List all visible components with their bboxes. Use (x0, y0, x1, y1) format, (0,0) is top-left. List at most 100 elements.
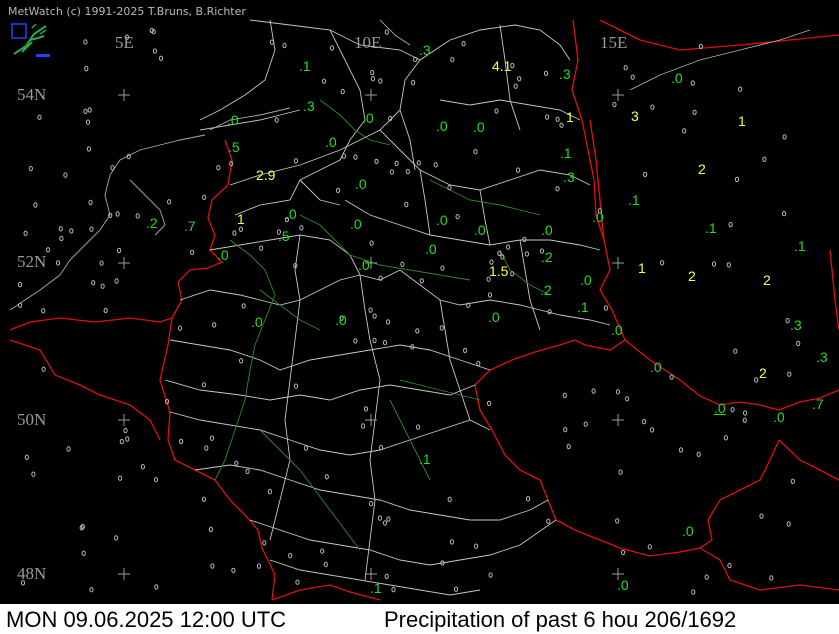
station-marker[interactable] (618, 469, 623, 475)
station-marker[interactable] (386, 516, 391, 522)
precip-value[interactable]: .0 (474, 222, 486, 238)
station-marker[interactable] (419, 278, 424, 284)
station-marker[interactable] (785, 318, 790, 324)
station-marker[interactable] (69, 228, 74, 234)
station-marker[interactable] (494, 108, 499, 114)
station-marker[interactable] (692, 109, 697, 116)
station-marker[interactable] (31, 471, 36, 477)
station-marker[interactable] (384, 29, 389, 35)
station-marker[interactable] (769, 575, 774, 581)
station-marker[interactable] (209, 435, 215, 441)
station-marker[interactable] (212, 322, 217, 328)
station-marker[interactable] (473, 149, 478, 155)
precip-value[interactable]: 2 (698, 161, 706, 177)
station-marker[interactable] (135, 213, 140, 219)
station-marker[interactable] (158, 55, 164, 61)
precip-value[interactable]: .0 (227, 112, 239, 128)
station-marker[interactable] (615, 518, 620, 524)
station-marker[interactable] (119, 438, 124, 445)
station-marker[interactable] (727, 562, 732, 569)
station-marker[interactable] (643, 171, 648, 178)
station-marker[interactable] (152, 48, 157, 54)
station-marker[interactable] (497, 250, 502, 257)
precip-value[interactable]: .0 (671, 70, 683, 86)
station-marker[interactable] (546, 518, 551, 524)
station-marker[interactable] (378, 78, 383, 84)
station-marker[interactable] (562, 392, 567, 399)
precip-value[interactable]: .0 (355, 176, 367, 192)
station-marker[interactable] (415, 328, 420, 334)
station-marker[interactable] (83, 39, 88, 45)
station-marker[interactable] (454, 586, 459, 592)
station-marker[interactable] (455, 214, 460, 220)
station-marker[interactable] (728, 221, 733, 228)
station-marker[interactable] (117, 247, 122, 254)
precip-value[interactable]: .0 (541, 222, 553, 238)
station-marker[interactable] (591, 388, 596, 394)
station-marker[interactable] (86, 146, 92, 152)
precip-value[interactable]: .2 (146, 215, 158, 231)
precip-value[interactable]: .2 (540, 282, 552, 298)
station-marker[interactable] (726, 262, 731, 268)
precip-value[interactable]: .3 (563, 169, 575, 185)
station-marker[interactable] (167, 199, 172, 205)
precip-value[interactable]: .0 (682, 523, 694, 539)
station-marker[interactable] (369, 240, 374, 246)
station-marker[interactable] (33, 202, 38, 208)
station-marker[interactable] (46, 247, 51, 253)
station-marker[interactable] (259, 245, 264, 251)
precip-value[interactable]: 1 (237, 211, 245, 227)
station-marker[interactable] (23, 230, 28, 237)
station-marker[interactable] (41, 366, 46, 372)
station-marker[interactable] (89, 226, 94, 232)
station-marker[interactable] (140, 464, 145, 470)
station-marker[interactable] (400, 261, 405, 267)
station-marker[interactable] (625, 396, 630, 402)
precip-value[interactable]: .0 (425, 241, 437, 257)
precip-value[interactable]: .3 (419, 42, 431, 58)
station-marker[interactable] (123, 427, 128, 434)
station-marker[interactable] (650, 427, 655, 433)
station-marker[interactable] (650, 104, 655, 110)
precip-value[interactable]: .0 (251, 314, 263, 330)
precip-value[interactable]: .1 (419, 451, 431, 467)
station-marker[interactable] (389, 169, 394, 175)
precip-value[interactable]: .7 (184, 218, 196, 234)
precip-value[interactable]: .0 (217, 247, 229, 263)
station-marker[interactable] (190, 249, 195, 256)
precip-value[interactable]: .3 (816, 349, 828, 365)
station-marker[interactable] (269, 39, 274, 45)
station-marker[interactable] (100, 283, 105, 289)
station-marker[interactable] (416, 160, 421, 166)
station-marker[interactable] (647, 544, 652, 550)
station-marker[interactable] (796, 340, 801, 347)
station-marker[interactable] (84, 65, 89, 72)
station-marker[interactable] (99, 260, 104, 266)
station-marker[interactable] (340, 88, 345, 95)
station-marker[interactable] (85, 119, 91, 125)
station-marker[interactable] (89, 587, 94, 593)
station-marker[interactable] (405, 168, 410, 175)
station-marker[interactable] (374, 158, 379, 165)
station-marker[interactable] (329, 45, 335, 51)
station-marker[interactable] (543, 70, 549, 77)
station-marker[interactable] (449, 539, 454, 545)
station-marker[interactable] (782, 210, 787, 217)
precip-value[interactable]: .0 (285, 206, 297, 222)
precip-value[interactable]: .0 (650, 359, 662, 375)
station-marker[interactable] (87, 107, 92, 113)
station-marker[interactable] (566, 443, 571, 450)
station-marker[interactable] (416, 424, 421, 430)
station-marker[interactable] (153, 477, 159, 483)
station-marker[interactable] (559, 122, 564, 128)
station-marker[interactable] (711, 261, 717, 267)
station-marker[interactable] (704, 574, 709, 580)
station-marker[interactable] (691, 589, 696, 595)
station-marker[interactable] (288, 552, 293, 559)
station-marker[interactable] (669, 374, 674, 380)
station-marker[interactable] (787, 371, 792, 377)
station-marker[interactable] (295, 579, 300, 585)
station-marker[interactable] (547, 309, 552, 315)
precip-value[interactable]: .1 (628, 192, 640, 208)
station-marker[interactable] (320, 548, 325, 554)
